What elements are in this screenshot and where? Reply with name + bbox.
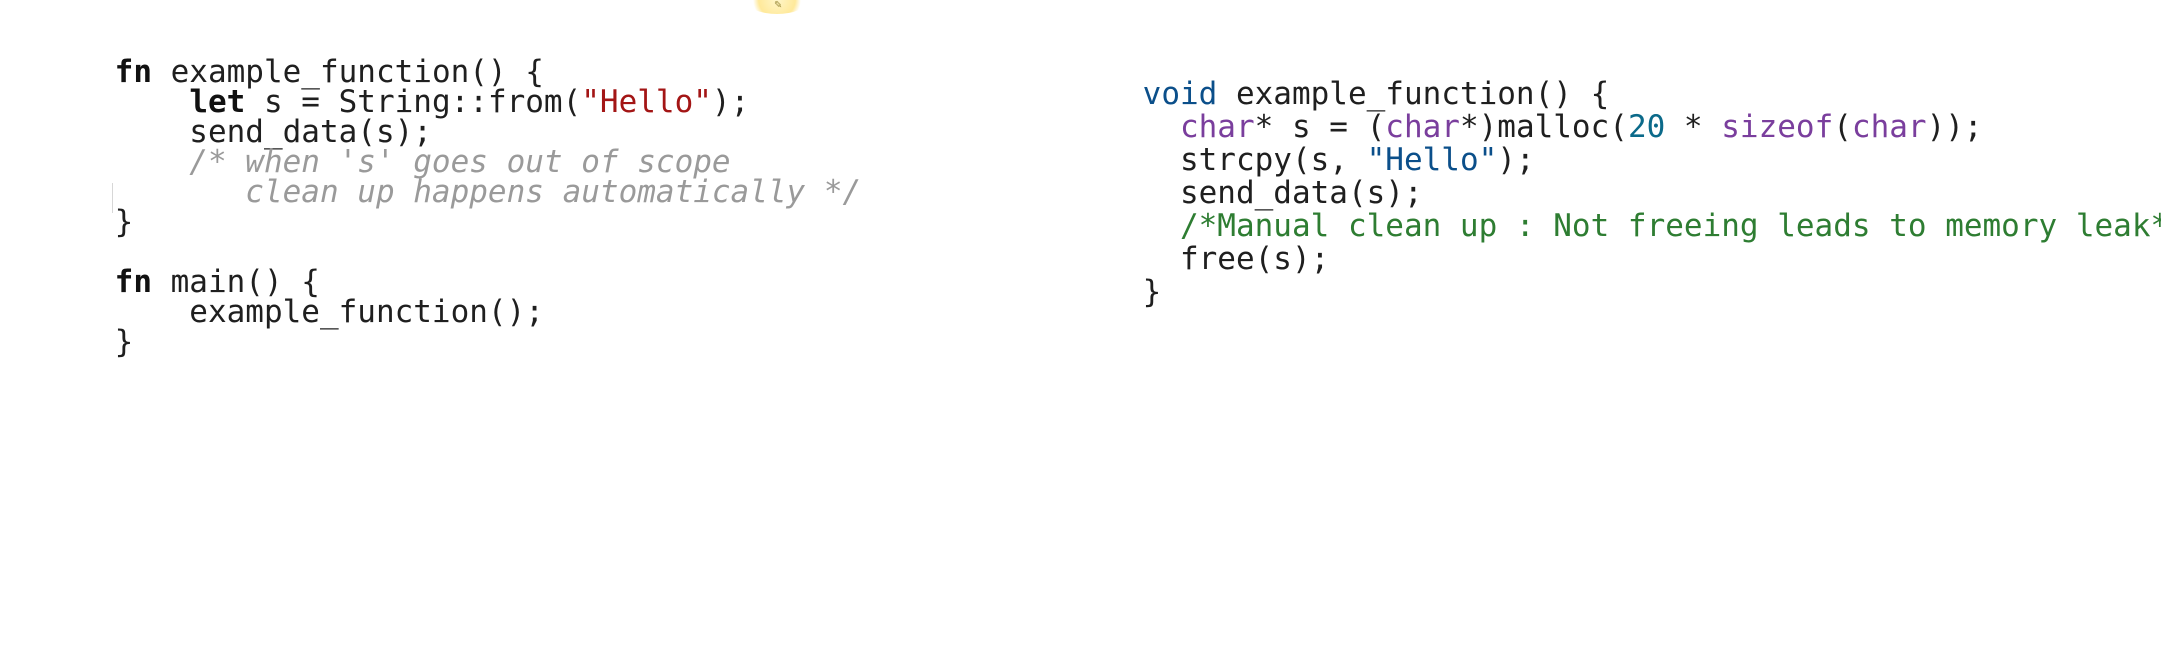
code-text: } — [1142, 274, 1162, 310]
rust-code-panel: fn example_function() { let s = String::… — [40, 18, 862, 666]
code-text: free(s); — [1142, 241, 1330, 277]
code-text: ( — [1833, 109, 1852, 145]
comment-text: clean up happens automatically */ — [114, 174, 862, 210]
code-text: } — [114, 324, 134, 360]
code-text: * — [1665, 109, 1722, 145]
cursor-icon: ✎ — [774, 0, 783, 11]
number-literal: 20 — [1627, 109, 1666, 145]
code-text: )); — [1926, 109, 1983, 145]
code-text: example_function(); — [114, 294, 544, 330]
keyword: sizeof — [1721, 109, 1834, 145]
c-code-panel: void example_function() { char* s = (cha… — [1068, 40, 2161, 544]
indent-guide — [112, 183, 113, 213]
code-line: } — [40, 288, 134, 396]
code-line: } — [1068, 238, 1162, 346]
type-name: char — [1851, 109, 1927, 145]
